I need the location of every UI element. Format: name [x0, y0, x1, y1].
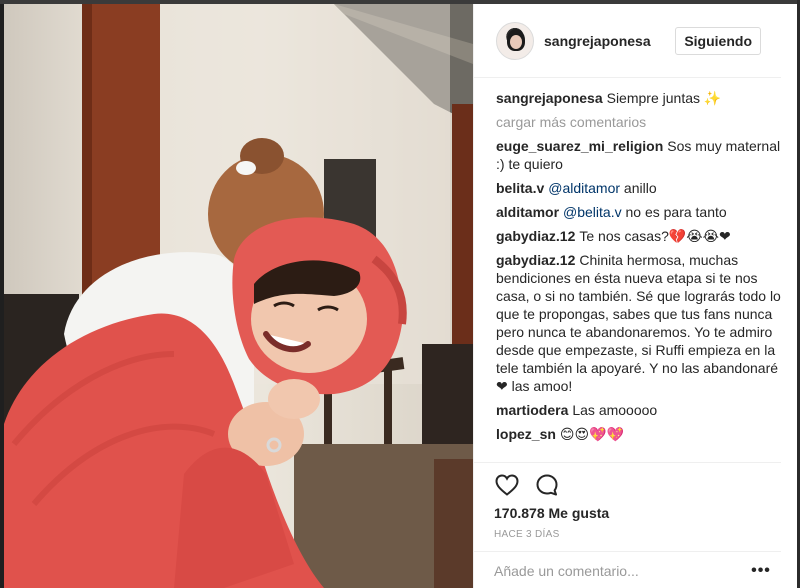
comment-text: 😊😍💖💖	[559, 426, 624, 442]
comment-item: euge_suarez_mi_religion Sos muy maternal …	[496, 137, 781, 173]
action-icons-row	[494, 469, 781, 501]
comment-username[interactable]: alditamor	[496, 204, 559, 220]
comment-text: no es para tanto	[621, 204, 727, 220]
post-dialog: sangrejaponesa Siguiendo sangrejaponesa S…	[4, 4, 797, 588]
likes-count[interactable]: 170.878 Me gusta	[494, 505, 781, 521]
more-options-button[interactable]: •••	[749, 562, 773, 580]
comment-item: gabydiaz.12 Chinita hermosa, muchas bendi…	[496, 251, 781, 395]
comment-mention[interactable]: @alditamor	[548, 180, 620, 196]
comment-text: Chinita hermosa, muchas bendiciones en é…	[496, 252, 781, 394]
caption-username[interactable]: sangrejaponesa	[496, 90, 603, 106]
following-button[interactable]: Siguiendo	[675, 26, 761, 55]
comment-item: alditamor @belita.v no es para tanto	[496, 203, 781, 221]
post-photo	[4, 4, 473, 588]
avatar[interactable]	[496, 21, 534, 60]
comment-username[interactable]: euge_suarez_mi_religion	[496, 138, 663, 154]
comment-text: anillo	[620, 180, 657, 196]
comment-icon[interactable]	[534, 472, 560, 498]
comment-item: gabydiaz.12 Te nos casas?💔😭😭❤	[496, 227, 781, 245]
comment-username[interactable]: gabydiaz.12	[496, 252, 575, 268]
comment-text: Te nos casas?💔😭😭❤	[579, 228, 731, 244]
comments-list: sangrejaponesa Siempre juntas ✨ cargar má…	[474, 78, 797, 462]
comment-item: martiodera Las amooooo	[496, 401, 781, 419]
comment-text: Las amooooo	[572, 402, 658, 418]
load-more-comments-button[interactable]: cargar más comentarios	[496, 113, 781, 131]
comment-username[interactable]: martiodera	[496, 402, 568, 418]
post-side-panel: sangrejaponesa Siguiendo sangrejaponesa S…	[473, 4, 797, 588]
caption-text: Siempre juntas ✨	[606, 90, 722, 106]
post-header: sangrejaponesa Siguiendo	[474, 4, 781, 78]
add-comment-bar: •••	[474, 551, 781, 588]
add-comment-input[interactable]	[494, 562, 749, 579]
comment-username[interactable]: gabydiaz.12	[496, 228, 575, 244]
header-username[interactable]: sangrejaponesa	[544, 33, 675, 49]
comment-item: lopez_sn 😊😍💖💖	[496, 425, 781, 443]
comment-mention[interactable]: @belita.v	[563, 204, 622, 220]
post-actions: 170.878 Me gusta HACE 3 DÍAS •••	[474, 462, 781, 588]
comment-username[interactable]: lopez_sn	[496, 426, 556, 442]
post-timestamp[interactable]: HACE 3 DÍAS	[494, 529, 781, 540]
photo-illustration	[4, 4, 473, 588]
comment-username[interactable]: belita.v	[496, 180, 544, 196]
caption: sangrejaponesa Siempre juntas ✨	[496, 89, 781, 107]
comment-item: belita.v @alditamor anillo	[496, 179, 781, 197]
heart-icon[interactable]	[494, 472, 520, 498]
